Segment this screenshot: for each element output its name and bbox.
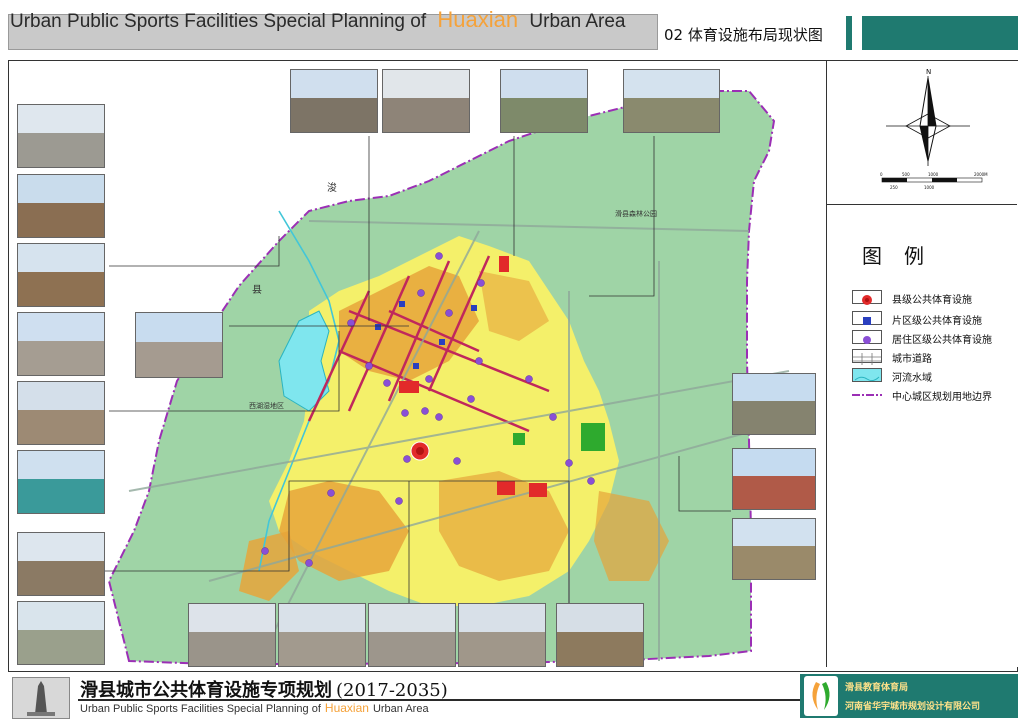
legend-title: 图例 bbox=[862, 244, 946, 268]
scale-tick-3: 2000M bbox=[974, 172, 988, 177]
site-photo-left-1[interactable] bbox=[17, 104, 105, 168]
site-photo-top-3[interactable] bbox=[500, 69, 588, 133]
water-icon bbox=[852, 368, 882, 382]
scale-tick-0: 0 bbox=[880, 172, 883, 177]
site-photo-top-4[interactable] bbox=[623, 69, 720, 133]
org-logo-icon bbox=[804, 676, 838, 716]
map-label-park: 滑县森林公园 bbox=[615, 209, 657, 218]
legend-label-district: 片区级公共体育设施 bbox=[892, 316, 982, 327]
site-photo-top-1[interactable] bbox=[290, 69, 378, 133]
road-icon bbox=[852, 349, 882, 365]
red-facility-1 bbox=[499, 256, 509, 272]
footer-org-2: 河南省华宇城市规划设计有限公司 bbox=[845, 702, 981, 712]
site-photo-bottom-1[interactable] bbox=[188, 603, 276, 667]
header-title-highlight: Huaxian bbox=[437, 7, 519, 32]
red-facility-4 bbox=[399, 381, 419, 393]
site-photo-bottom-4[interactable] bbox=[458, 603, 546, 667]
legend-label-county: 县级公共体育设施 bbox=[892, 295, 972, 306]
header-title-post: Urban Area bbox=[529, 11, 626, 32]
county-facility-marker bbox=[410, 441, 430, 461]
scale-tick-1: 500 bbox=[902, 172, 910, 177]
site-photo-left-6[interactable] bbox=[17, 450, 105, 514]
site-photo-mid-left[interactable] bbox=[135, 312, 223, 378]
site-photo-left-4[interactable] bbox=[17, 312, 105, 376]
footer-title-en: Urban Public Sports Facilities Special P… bbox=[80, 701, 429, 715]
footer-title-cn-text: 滑县城市公共体育设施专项规划 bbox=[80, 680, 332, 701]
header-accent-block bbox=[862, 16, 1018, 50]
site-photo-bottom-3[interactable] bbox=[368, 603, 456, 667]
north-label: N bbox=[926, 68, 931, 76]
map-label-river-1: 浚 bbox=[327, 181, 337, 194]
site-photo-bottom-5[interactable] bbox=[556, 603, 644, 667]
header-accent-bar bbox=[846, 16, 852, 50]
map-label-river-2: 县 bbox=[252, 284, 262, 296]
site-photo-left-2[interactable] bbox=[17, 174, 105, 238]
footer-title-en-post: Urban Area bbox=[372, 703, 429, 715]
header-subtitle: 02 体育设施布局现状图 bbox=[664, 26, 823, 44]
site-photo-right-1[interactable] bbox=[732, 373, 816, 435]
footer-years: (2017-2035) bbox=[336, 680, 448, 701]
site-photo-right-2[interactable] bbox=[732, 448, 816, 510]
green-facility-2 bbox=[513, 433, 525, 445]
site-photo-left-8[interactable] bbox=[17, 601, 105, 665]
header-title: Urban Public Sports Facilities Special P… bbox=[10, 7, 626, 33]
district-facility-icon bbox=[852, 311, 882, 325]
footer-title-en-pre: Urban Public Sports Facilities Special P… bbox=[80, 703, 321, 715]
site-photo-left-5[interactable] bbox=[17, 381, 105, 445]
scale-tick-2: 1000 bbox=[928, 172, 939, 177]
site-photo-left-7[interactable] bbox=[17, 532, 105, 596]
legend-label-residential: 居住区级公共体育设施 bbox=[892, 335, 992, 346]
city-map: 浚 县 滑县森林公园 西湖湿地区 bbox=[105, 90, 790, 665]
site-photo-left-3[interactable] bbox=[17, 243, 105, 307]
site-photo-bottom-2[interactable] bbox=[278, 603, 366, 667]
scale-tick-lower-0: 250 bbox=[890, 185, 898, 190]
legend-label-road: 城市道路 bbox=[892, 354, 932, 365]
map-label-wetland: 西湖湿地区 bbox=[249, 401, 284, 410]
legend-divider bbox=[826, 204, 1017, 205]
footer-org-1: 滑县教育体育局 bbox=[845, 683, 909, 693]
site-photo-right-3[interactable] bbox=[732, 518, 816, 580]
map-area[interactable]: 浚 县 滑县森林公园 西湖湿地区 bbox=[9, 61, 826, 667]
legend-label-water: 河流水域 bbox=[892, 373, 932, 384]
boundary-icon bbox=[852, 387, 882, 401]
green-facility-1 bbox=[581, 423, 605, 451]
scale-tick-lower-1: 1000 bbox=[924, 185, 935, 190]
red-facility-3 bbox=[529, 483, 547, 497]
scale-bar: 0 500 1000 2000M 250 1000 bbox=[880, 172, 988, 190]
legend-label-boundary: 中心城区规划用地边界 bbox=[892, 392, 992, 403]
red-facility-2 bbox=[497, 481, 515, 495]
site-photo-top-2[interactable] bbox=[382, 69, 470, 133]
footer-title-en-highlight: Huaxian bbox=[324, 701, 369, 715]
header-title-pre: Urban Public Sports Facilities Special P… bbox=[10, 11, 427, 32]
county-facility-icon bbox=[852, 290, 882, 305]
pagoda-logo bbox=[12, 677, 70, 719]
residential-facility-icon bbox=[852, 330, 882, 344]
